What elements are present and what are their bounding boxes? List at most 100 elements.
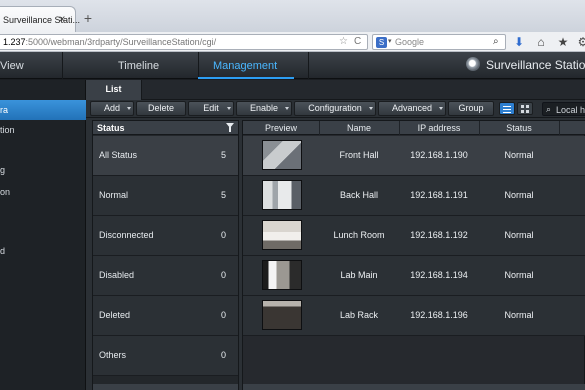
url-bar[interactable]: 1.237:5000/webman/3rdparty/SurveillanceS…: [0, 34, 368, 50]
nav-divider: [62, 52, 63, 79]
bookmarks-star-icon[interactable]: ★: [556, 35, 570, 49]
delete-button[interactable]: Delete: [136, 101, 186, 116]
camera-row[interactable]: Lab Main 192.168.1.194 Normal: [243, 256, 585, 296]
camera-ip: 192.168.1.196: [410, 310, 468, 320]
status-row-disconnected[interactable]: Disconnected 0: [93, 216, 238, 256]
status-count: 0: [220, 230, 226, 240]
group-button[interactable]: Group: [448, 101, 494, 116]
camera-row[interactable]: Lab Rack 192.168.1.196 Normal: [243, 296, 585, 336]
grid-view-icon[interactable]: [517, 102, 533, 115]
camera-status: Normal: [504, 150, 534, 160]
bookmark-star-icon[interactable]: ☆: [339, 36, 348, 47]
tab-list[interactable]: List: [86, 80, 142, 100]
browser-nav-bar: 1.237:5000/webman/3rdparty/SurveillanceS…: [0, 32, 585, 52]
camera-table: Preview Name IP address Status Front Hal…: [242, 120, 585, 390]
local-search-text: Local h: [556, 105, 585, 115]
sidebar-item-label: ra: [0, 105, 9, 115]
advanced-button[interactable]: Advanced: [378, 101, 446, 116]
sidebar-item-label: tion: [0, 125, 15, 135]
download-icon[interactable]: ⬇: [512, 35, 526, 49]
configuration-button[interactable]: Configuration: [294, 101, 376, 116]
camera-logo-icon: [466, 57, 480, 71]
camera-ip: 192.168.1.191: [410, 190, 468, 200]
camera-preview-thumbnail[interactable]: [262, 140, 302, 170]
group-button-label: Group: [458, 103, 484, 113]
camera-row[interactable]: Lunch Room 192.168.1.192 Normal: [243, 216, 585, 256]
filter-icon[interactable]: [226, 123, 234, 132]
close-icon[interactable]: ×: [55, 12, 69, 26]
enable-button[interactable]: Enable: [236, 101, 292, 116]
browser-tab-bar: Surveillance Stati... × +: [0, 0, 585, 32]
reload-icon[interactable]: C: [354, 36, 361, 47]
camera-preview-thumbnail[interactable]: [262, 300, 302, 330]
app-brand: Surveillance Statio: [486, 58, 585, 72]
status-row-normal[interactable]: Normal 5: [93, 176, 238, 216]
camera-row[interactable]: Front Hall 192.168.1.190 Normal: [243, 136, 585, 176]
add-button[interactable]: Add: [90, 101, 134, 116]
status-count: 5: [220, 190, 226, 200]
gear-icon[interactable]: ⚙: [576, 35, 585, 49]
sidebar-item-2[interactable]: tion: [0, 120, 86, 140]
status-count: 5: [220, 150, 226, 160]
caret-down-icon: [227, 107, 231, 110]
column-header-ip[interactable]: IP address: [399, 123, 479, 133]
sidebar-item-5[interactable]: d: [0, 241, 86, 261]
edit-button[interactable]: Edit: [188, 101, 234, 116]
browser-search-bar[interactable]: S ▾ Google ⌕: [372, 34, 506, 50]
search-icon[interactable]: ⌕: [493, 36, 499, 47]
url-path: :5000/webman/3rdparty/SurveillanceStatio…: [25, 37, 217, 47]
local-search-input[interactable]: ⌕ Local h: [542, 102, 585, 116]
status-label: Disabled: [99, 270, 135, 280]
list-view-icon[interactable]: [499, 102, 515, 115]
camera-preview-thumbnail[interactable]: [262, 220, 302, 250]
camera-preview-thumbnail[interactable]: [262, 180, 302, 210]
status-count: 0: [220, 310, 226, 320]
chevron-down-icon[interactable]: ▾: [388, 37, 392, 45]
status-label: All Status: [99, 150, 138, 160]
nav-divider: [198, 52, 199, 79]
camera-row[interactable]: Back Hall 192.168.1.191 Normal: [243, 176, 585, 216]
column-header-status[interactable]: Status: [479, 123, 559, 133]
configuration-button-label: Configuration: [308, 103, 362, 113]
caret-down-icon: [369, 107, 373, 110]
caret-down-icon: [127, 107, 131, 110]
sidebar-item-label: g: [0, 165, 6, 175]
nav-management[interactable]: Management: [213, 60, 277, 72]
search-placeholder: Google: [395, 37, 425, 47]
sidebar-item-3[interactable]: g: [0, 160, 86, 180]
sidebar-item-camera[interactable]: ra: [0, 100, 86, 120]
status-panel-title: Status: [97, 123, 125, 133]
subtab-bar: List: [86, 80, 585, 100]
search-engine-icon[interactable]: S: [376, 37, 387, 48]
add-button-label: Add: [103, 103, 120, 113]
camera-name: Back Hall: [339, 190, 378, 200]
status-row-others[interactable]: Others 0: [93, 336, 238, 376]
status-label: Deleted: [99, 310, 131, 320]
nav-divider: [308, 52, 309, 79]
status-count: 0: [220, 270, 226, 280]
camera-preview-thumbnail[interactable]: [262, 260, 302, 290]
home-icon[interactable]: ⌂: [534, 35, 548, 49]
status-filter-panel: Status All Status 5 Normal 5 Disconnecte…: [92, 120, 239, 390]
column-header-name[interactable]: Name: [319, 123, 399, 133]
status-row-disabled[interactable]: Disabled 0: [93, 256, 238, 296]
status-row-all[interactable]: All Status 5: [93, 136, 238, 176]
edit-button-label: Edit: [203, 103, 219, 113]
status-row-deleted[interactable]: Deleted 0: [93, 296, 238, 336]
nav-timeline[interactable]: Timeline: [118, 60, 159, 72]
horizontal-scrollbar[interactable]: [93, 384, 238, 390]
nav-view[interactable]: View: [0, 60, 24, 72]
status-label: Normal: [99, 190, 129, 200]
new-tab-icon[interactable]: +: [80, 10, 96, 26]
advanced-button-label: Advanced: [391, 103, 433, 113]
column-header-preview[interactable]: Preview: [243, 123, 319, 133]
url-text: 1.237:5000/webman/3rdparty/SurveillanceS…: [3, 37, 216, 47]
sidebar-item-4[interactable]: on: [0, 182, 86, 202]
status-label: Others: [99, 350, 127, 360]
camera-status: Normal: [504, 270, 534, 280]
browser-tab[interactable]: Surveillance Stati... ×: [0, 6, 80, 32]
caret-down-icon: [285, 107, 289, 110]
camera-status: Normal: [504, 230, 534, 240]
horizontal-scrollbar[interactable]: [243, 384, 585, 390]
camera-ip: 192.168.1.192: [410, 230, 468, 240]
